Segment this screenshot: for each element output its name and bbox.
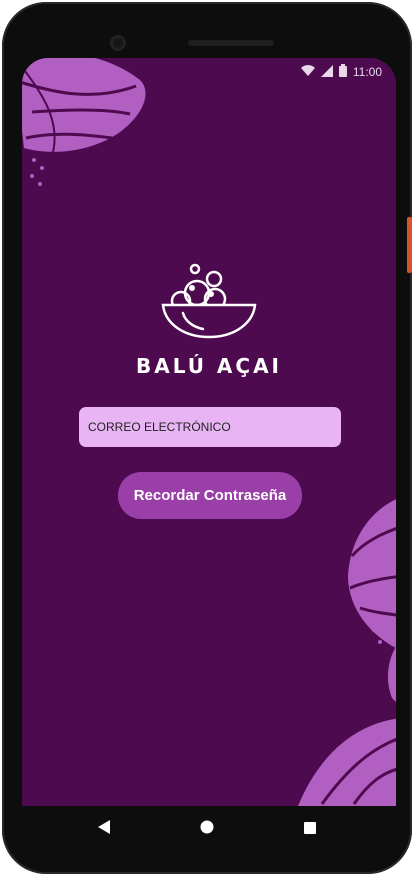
wifi-icon: [300, 64, 315, 80]
leaf-decoration-top-left: [22, 58, 146, 157]
remember-password-button[interactable]: Recordar Contraseña: [118, 472, 302, 519]
email-placeholder: CORREO ELECTRÓNICO: [88, 420, 231, 434]
email-field[interactable]: CORREO ELECTRÓNICO: [79, 407, 341, 447]
dots-decoration-top: [30, 158, 44, 186]
navigation-bar: [22, 806, 396, 854]
side-power-button: [407, 217, 412, 273]
phone-frame: 11:00 BALÚ AÇAI CORREO ELECTRÓNICO Recor…: [2, 2, 412, 874]
status-time: 11:00: [352, 65, 382, 79]
app-screen: 11:00 BALÚ AÇAI CORREO ELECTRÓNICO Recor…: [22, 58, 396, 806]
signal-icon: [320, 64, 333, 80]
logo: [22, 261, 396, 348]
acai-bowl-icon: [161, 263, 257, 339]
status-bar: 11:00: [300, 64, 382, 80]
leaf-decoration-bottom-right: [298, 646, 396, 806]
battery-icon: [338, 64, 347, 80]
brand-name: BALÚ AÇAI: [135, 354, 283, 378]
home-icon[interactable]: [200, 820, 214, 839]
back-icon[interactable]: [98, 820, 110, 839]
earpiece-speaker: [188, 40, 274, 46]
recents-icon[interactable]: [304, 821, 316, 839]
front-camera: [110, 35, 126, 51]
